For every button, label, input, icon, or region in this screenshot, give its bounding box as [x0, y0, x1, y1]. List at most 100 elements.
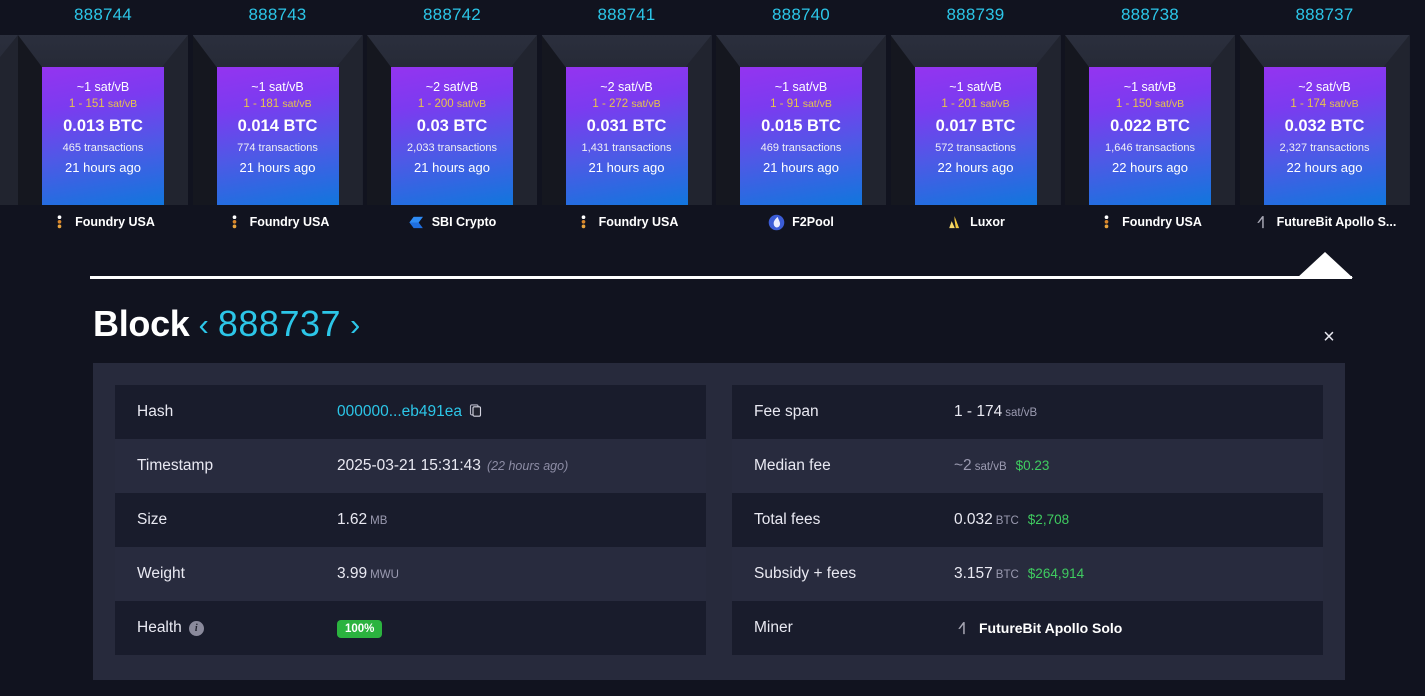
block-height-link[interactable]: 888744 — [18, 0, 188, 30]
selected-block-pointer — [1297, 252, 1353, 278]
block-card[interactable]: 888737 ~2 sat/vB 1 - 174 sat/vB 0.032 BTC 2,… — [1239, 0, 1410, 268]
luxor-icon — [949, 215, 960, 228]
table-row: Total fees 0.032 BTC $2,708 — [732, 493, 1323, 547]
detail-value-fiat: $264,914 — [1027, 566, 1085, 581]
copy-to-clipboard-icon[interactable] — [468, 403, 483, 418]
block-average-fee: ~2 sat/vB — [600, 80, 653, 94]
block-fee-span: 1 - 151 sat/vB — [42, 96, 164, 113]
block-time-ago: 21 hours ago — [65, 160, 141, 175]
next-block-button[interactable]: › — [350, 309, 360, 340]
detail-label-text: Timestamp — [137, 457, 214, 474]
blockchain-blocks-strip: 888744 ~1 sat/vB 1 - 151 sat/vB 0.013 BTC 46… — [0, 0, 1425, 268]
sbi-crypto-icon — [409, 216, 423, 228]
block-mining-pool[interactable]: Foundry USA — [542, 205, 712, 239]
block-total-fees-btc: 0.017 BTC — [935, 117, 1016, 135]
block-card[interactable]: 888741 ~2 sat/vB 1 - 272 sat/vB 0.031 BTC 1,… — [541, 0, 712, 268]
mining-pool-name: Foundry USA — [1122, 215, 1202, 229]
detail-value-unit: sat/vB — [974, 461, 1007, 473]
block-front-face[interactable]: ~2 sat/vB 1 - 174 sat/vB 0.032 BTC 2,327 tr… — [1263, 67, 1386, 205]
block-height-link[interactable]: 888741 — [542, 0, 712, 30]
miner-pool-cell[interactable]: FutureBit Apollo Solo — [954, 620, 1301, 637]
block-shell-top-face — [1065, 35, 1235, 67]
block-height-link[interactable]: 888739 — [891, 0, 1061, 30]
block-card-partial[interactable] — [0, 30, 18, 205]
block-fee-span: 1 - 174 sat/vB — [1264, 96, 1386, 113]
block-front-face[interactable]: ~1 sat/vB 1 - 151 sat/vB 0.013 BTC 465 tran… — [42, 67, 164, 205]
block-front-face[interactable]: ~2 sat/vB 1 - 272 sat/vB 0.031 BTC 1,431 tr… — [565, 67, 688, 205]
detail-value-number: 3.99 — [337, 565, 368, 582]
block-hash-link[interactable]: 000000...eb491ea — [337, 403, 462, 420]
block-height-link[interactable]: 888740 — [716, 0, 886, 30]
mining-pool-name: FutureBit Apollo S... — [1276, 215, 1397, 229]
block-total-fees-btc: 0.022 BTC — [1110, 117, 1190, 135]
block-fee-span: 1 - 150 sat/vB — [1089, 96, 1211, 113]
block-card[interactable]: 888743 ~1 sat/vB 1 - 181 sat/vB 0.014 BTC 77… — [192, 0, 363, 268]
block-3d-shape: ~1 sat/vB 1 - 201 sat/vB 0.017 BTC 572 tran… — [890, 30, 1061, 205]
detail-row-label: Miner — [732, 601, 932, 655]
block-front-face[interactable]: ~1 sat/vB 1 - 201 sat/vB 0.017 BTC 572 tran… — [914, 67, 1037, 205]
mining-pool-name: Luxor — [970, 215, 1005, 229]
table-row: Size 1.62 MB — [115, 493, 706, 547]
mining-pool-name: SBI Crypto — [431, 215, 497, 229]
block-fee-span-unit: sat/vB — [456, 98, 487, 110]
block-shell-top-face — [367, 35, 537, 67]
table-row: Health i 100% — [115, 601, 706, 655]
block-card[interactable]: 888739 ~1 sat/vB 1 - 201 sat/vB 0.017 BTC 57… — [890, 0, 1061, 268]
block-mining-pool[interactable]: F2Pool — [716, 205, 886, 239]
block-mining-pool[interactable]: Foundry USA — [1065, 205, 1235, 239]
detail-row-label: Median fee — [732, 439, 932, 493]
block-3d-shape: ~1 sat/vB 1 - 181 sat/vB 0.014 BTC 774 tran… — [192, 30, 363, 205]
foundry-usa-icon — [232, 214, 236, 228]
block-mining-pool[interactable]: Luxor — [891, 205, 1061, 239]
detail-label-text: Median fee — [754, 457, 831, 474]
block-total-fees-btc: 0.013 BTC — [63, 117, 143, 135]
table-row: Weight 3.99 MWU — [115, 547, 706, 601]
block-front-face[interactable]: ~1 sat/vB 1 - 181 sat/vB 0.014 BTC 774 tran… — [216, 67, 339, 205]
block-card[interactable]: 888740 ~1 sat/vB 1 - 91 sat/vB 0.015 BTC 469… — [716, 0, 886, 268]
block-height-link[interactable]: 888738 — [1065, 0, 1235, 30]
block-card[interactable]: 888742 ~2 sat/vB 1 - 200 sat/vB 0.03 BTC 2,0… — [367, 0, 537, 268]
block-transaction-count: 1,646 transactions — [1105, 142, 1195, 154]
detail-row-label: Timestamp — [115, 439, 315, 493]
previous-block-button[interactable]: ‹ — [199, 309, 209, 340]
block-card[interactable]: 888738 ~1 sat/vB 1 - 150 sat/vB 0.022 BTC 1,… — [1065, 0, 1235, 268]
block-time-ago: 22 hours ago — [1286, 160, 1363, 175]
info-icon[interactable]: i — [188, 621, 204, 636]
block-3d-shape: ~1 sat/vB 1 - 150 sat/vB 0.022 BTC 1,646 tr… — [1065, 30, 1235, 205]
block-details-table-left: Hash 000000...eb491ea Timestamp 2025-03-21 … — [115, 385, 706, 655]
detail-row-label: Fee span — [732, 385, 932, 439]
detail-value-number: ~2 — [954, 457, 972, 474]
block-front-face[interactable]: ~1 sat/vB 1 - 91 sat/vB 0.015 BTC 469 trans… — [740, 67, 862, 205]
block-height-link[interactable]: 888737 — [1240, 0, 1410, 30]
futurebit-apollo-icon — [1256, 215, 1264, 228]
table-row: Fee span 1 - 174 sat/vB — [732, 385, 1323, 439]
status-badge: 100% — [337, 619, 383, 638]
block-height-link[interactable]: 888742 — [367, 0, 537, 30]
block-mining-pool[interactable]: Foundry USA — [193, 205, 363, 239]
block-front-face[interactable]: ~2 sat/vB 1 - 200 sat/vB 0.03 BTC 2,033 tra… — [391, 67, 513, 205]
block-mining-pool[interactable]: FutureBit Apollo S... — [1240, 205, 1410, 239]
detail-value-unit: BTC — [995, 515, 1019, 527]
close-panel-button[interactable]: × — [1317, 325, 1341, 349]
block-height-link[interactable]: 888743 — [193, 0, 363, 30]
block-fee-span-range: 1 - 151 — [68, 98, 105, 110]
detail-row-value: 100% — [315, 601, 706, 655]
detail-row-value: 1 - 174 sat/vB — [932, 385, 1323, 439]
block-shell-top-face — [18, 35, 188, 67]
table-row: Miner FutureBit Apollo Solo — [732, 601, 1323, 655]
detail-row-value: 2025-03-21 15:31:43 (22 hours ago) — [315, 439, 706, 493]
detail-row-value: 1.62 MB — [315, 493, 706, 547]
block-3d-shape: ~1 sat/vB 1 - 151 sat/vB 0.013 BTC 465 tran… — [18, 30, 188, 205]
detail-label-text: Miner — [754, 619, 793, 636]
detail-label-text: Fee span — [754, 403, 819, 420]
block-average-fee: ~1 sat/vB — [1123, 80, 1177, 94]
block-number-link[interactable]: 888737 — [218, 303, 341, 345]
block-average-fee: ~1 sat/vB — [251, 80, 304, 94]
block-front-face[interactable]: ~1 sat/vB 1 - 150 sat/vB 0.022 BTC 1,646 tr… — [1089, 67, 1211, 205]
block-mining-pool[interactable]: SBI Crypto — [367, 205, 537, 239]
futurebit-apollo-icon — [958, 621, 965, 634]
block-transaction-count: 469 transactions — [760, 142, 842, 154]
block-card[interactable]: 888744 ~1 sat/vB 1 - 151 sat/vB 0.013 BTC 46… — [18, 0, 188, 268]
block-mining-pool[interactable]: Foundry USA — [18, 205, 188, 239]
block-fee-span-unit: sat/vB — [107, 98, 138, 110]
